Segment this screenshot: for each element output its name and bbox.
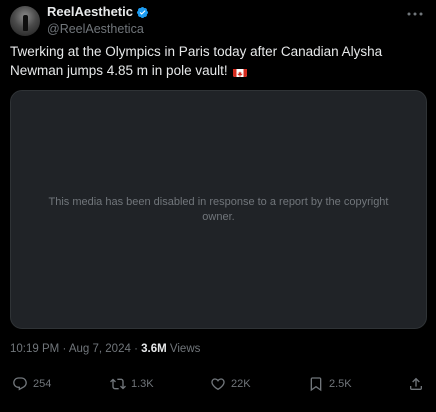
avatar-figure — [23, 15, 28, 31]
repost-icon — [110, 378, 126, 390]
name-row: ReelAesthetic — [47, 4, 149, 20]
meta-separator: · — [62, 343, 67, 355]
share-icon — [410, 377, 422, 390]
bookmark-button[interactable]: 2.5K — [308, 376, 352, 392]
reply-icon — [13, 377, 27, 391]
like-button[interactable]: 22K — [210, 376, 251, 392]
tweet-text: Twerking at the Olympics in Paris today … — [10, 42, 420, 80]
bookmark-icon — [310, 377, 322, 392]
media-disabled-message: This media has been disabled in response… — [48, 195, 389, 223]
action-bar: 254 1.3K 22K 2.5K — [10, 376, 426, 396]
repost-button[interactable]: 1.3K — [110, 376, 154, 392]
meta-separator: · — [134, 343, 138, 355]
heart-icon — [211, 378, 225, 391]
media-placeholder[interactable]: This media has been disabled in response… — [10, 90, 427, 329]
tweet-meta: 10:19 PM · Aug 7, 2024 · 3.6M Views — [10, 342, 200, 356]
tweet-date[interactable]: Aug 7, 2024 — [69, 343, 131, 355]
canada-flag-icon — [233, 66, 248, 77]
views-label: Views — [169, 343, 201, 355]
reply-count: 254 — [33, 378, 52, 390]
tweet-header: ReelAesthetic @ReelAesthetica — [10, 4, 426, 44]
avatar[interactable] — [10, 6, 40, 36]
tweet-time[interactable]: 10:19 PM — [10, 343, 59, 355]
verified-badge-icon[interactable] — [136, 6, 149, 19]
repost-count: 1.3K — [131, 378, 154, 390]
like-count: 22K — [231, 378, 251, 390]
author-handle[interactable]: @ReelAesthetica — [47, 21, 149, 37]
more-options-icon[interactable] — [406, 6, 424, 22]
display-name[interactable]: ReelAesthetic — [47, 4, 133, 20]
reply-button[interactable]: 254 — [12, 376, 51, 392]
share-button[interactable] — [408, 376, 429, 392]
tweet-card: ReelAesthetic @ReelAesthetica Twerking a… — [0, 0, 436, 412]
tweet-text-content: Twerking at the Olympics in Paris today … — [10, 44, 383, 78]
author-names: ReelAesthetic @ReelAesthetica — [47, 4, 149, 37]
views-count: 3.6M — [141, 343, 167, 355]
bookmark-count: 2.5K — [329, 378, 352, 390]
